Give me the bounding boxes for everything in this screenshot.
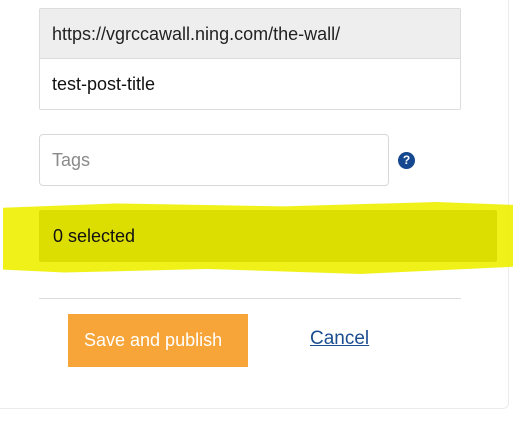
post-form-card: https://vgrccawall.ning.com/the-wall/ ? … <box>0 0 513 409</box>
slug-input[interactable] <box>40 59 460 109</box>
url-field-group: https://vgrccawall.ning.com/the-wall/ <box>39 8 461 110</box>
url-prefix: https://vgrccawall.ning.com/the-wall/ <box>40 9 460 59</box>
tags-input[interactable] <box>39 134 389 186</box>
cancel-link[interactable]: Cancel <box>310 328 369 350</box>
selected-count[interactable]: 0 selected <box>39 210 497 262</box>
divider <box>39 298 461 299</box>
question-mark-icon[interactable]: ? <box>398 152 415 169</box>
save-and-publish-button[interactable]: Save and publish <box>68 314 248 367</box>
